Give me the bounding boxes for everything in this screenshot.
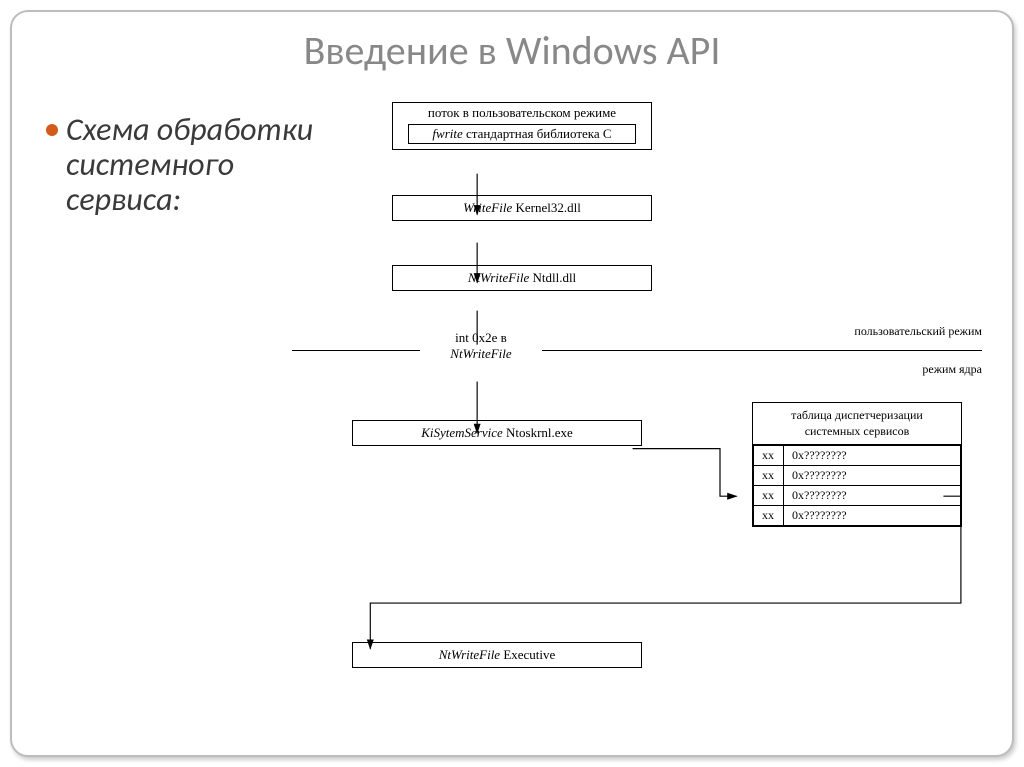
cell-val: 0x????????	[784, 446, 961, 466]
kisys-em: KiSytemService	[421, 425, 503, 440]
cell-val: 0x????????	[784, 506, 961, 526]
cell-idx: xx	[754, 486, 784, 506]
box-fwrite: fwrite стандартная библиотека C	[408, 124, 636, 144]
cell-idx: xx	[754, 466, 784, 486]
box-executive: NtWriteFile Executive	[352, 642, 642, 668]
diagram-area: поток в пользовательском режиме fwrite с…	[312, 102, 992, 735]
cell-idx: xx	[754, 506, 784, 526]
fwrite-rest: стандартная библиотека C	[463, 126, 612, 141]
interrupt-label: int 0x2e в NtWriteFile	[420, 330, 542, 362]
cell-val: 0x????????	[784, 466, 961, 486]
exec-em: NtWriteFile	[439, 647, 500, 662]
table-row: xx0x????????	[754, 486, 961, 506]
writefile-rest: Kernel32.dll	[512, 200, 581, 215]
box-user-thread: поток в пользовательском режиме fwrite с…	[392, 102, 652, 150]
exec-rest: Executive	[500, 647, 555, 662]
user-thread-label: поток в пользовательском режиме	[428, 105, 616, 121]
kisys-rest: Ntoskrnl.exe	[503, 425, 573, 440]
dispatch-table: таблица диспетчеризации системных сервис…	[752, 402, 962, 527]
label-kernel-mode: режим ядра	[872, 362, 982, 377]
slide-title: Введение в Windows API	[12, 26, 1012, 75]
box-writefile: WriteFile Kernel32.dll	[392, 195, 652, 221]
table-header-line2: системных сервисов	[805, 424, 910, 438]
ntwrite-em: NtWriteFile	[468, 270, 529, 285]
label-user-mode: пользовательский режим	[802, 324, 982, 339]
table-row: xx0x????????	[754, 506, 961, 526]
divider-left	[292, 350, 420, 351]
box-ntwritefile: NtWriteFile Ntdll.dll	[392, 265, 652, 291]
cell-val: 0x????????	[784, 486, 961, 506]
dispatch-table-body: xx0x???????? xx0x???????? xx0x???????? x…	[753, 445, 961, 526]
table-row: xx0x????????	[754, 466, 961, 486]
writefile-em: WriteFile	[463, 200, 512, 215]
bullet-item: Схема обработки системного сервиса:	[46, 112, 326, 218]
dispatch-table-header: таблица диспетчеризации системных сервис…	[753, 403, 961, 445]
cell-idx: xx	[754, 446, 784, 466]
divider-right	[542, 350, 982, 351]
interrupt-line1: int 0x2e в	[455, 330, 507, 345]
box-kisystemservice: KiSytemService Ntoskrnl.exe	[352, 420, 642, 446]
interrupt-line2: NtWriteFile	[450, 346, 511, 361]
fwrite-em: fwrite	[432, 126, 462, 141]
bullet-dot-icon	[46, 124, 58, 136]
table-row: xx0x????????	[754, 446, 961, 466]
table-header-line1: таблица диспетчеризации	[791, 408, 923, 422]
bullet-text: Схема обработки системного сервиса:	[66, 112, 326, 218]
ntwrite-rest: Ntdll.dll	[529, 270, 576, 285]
